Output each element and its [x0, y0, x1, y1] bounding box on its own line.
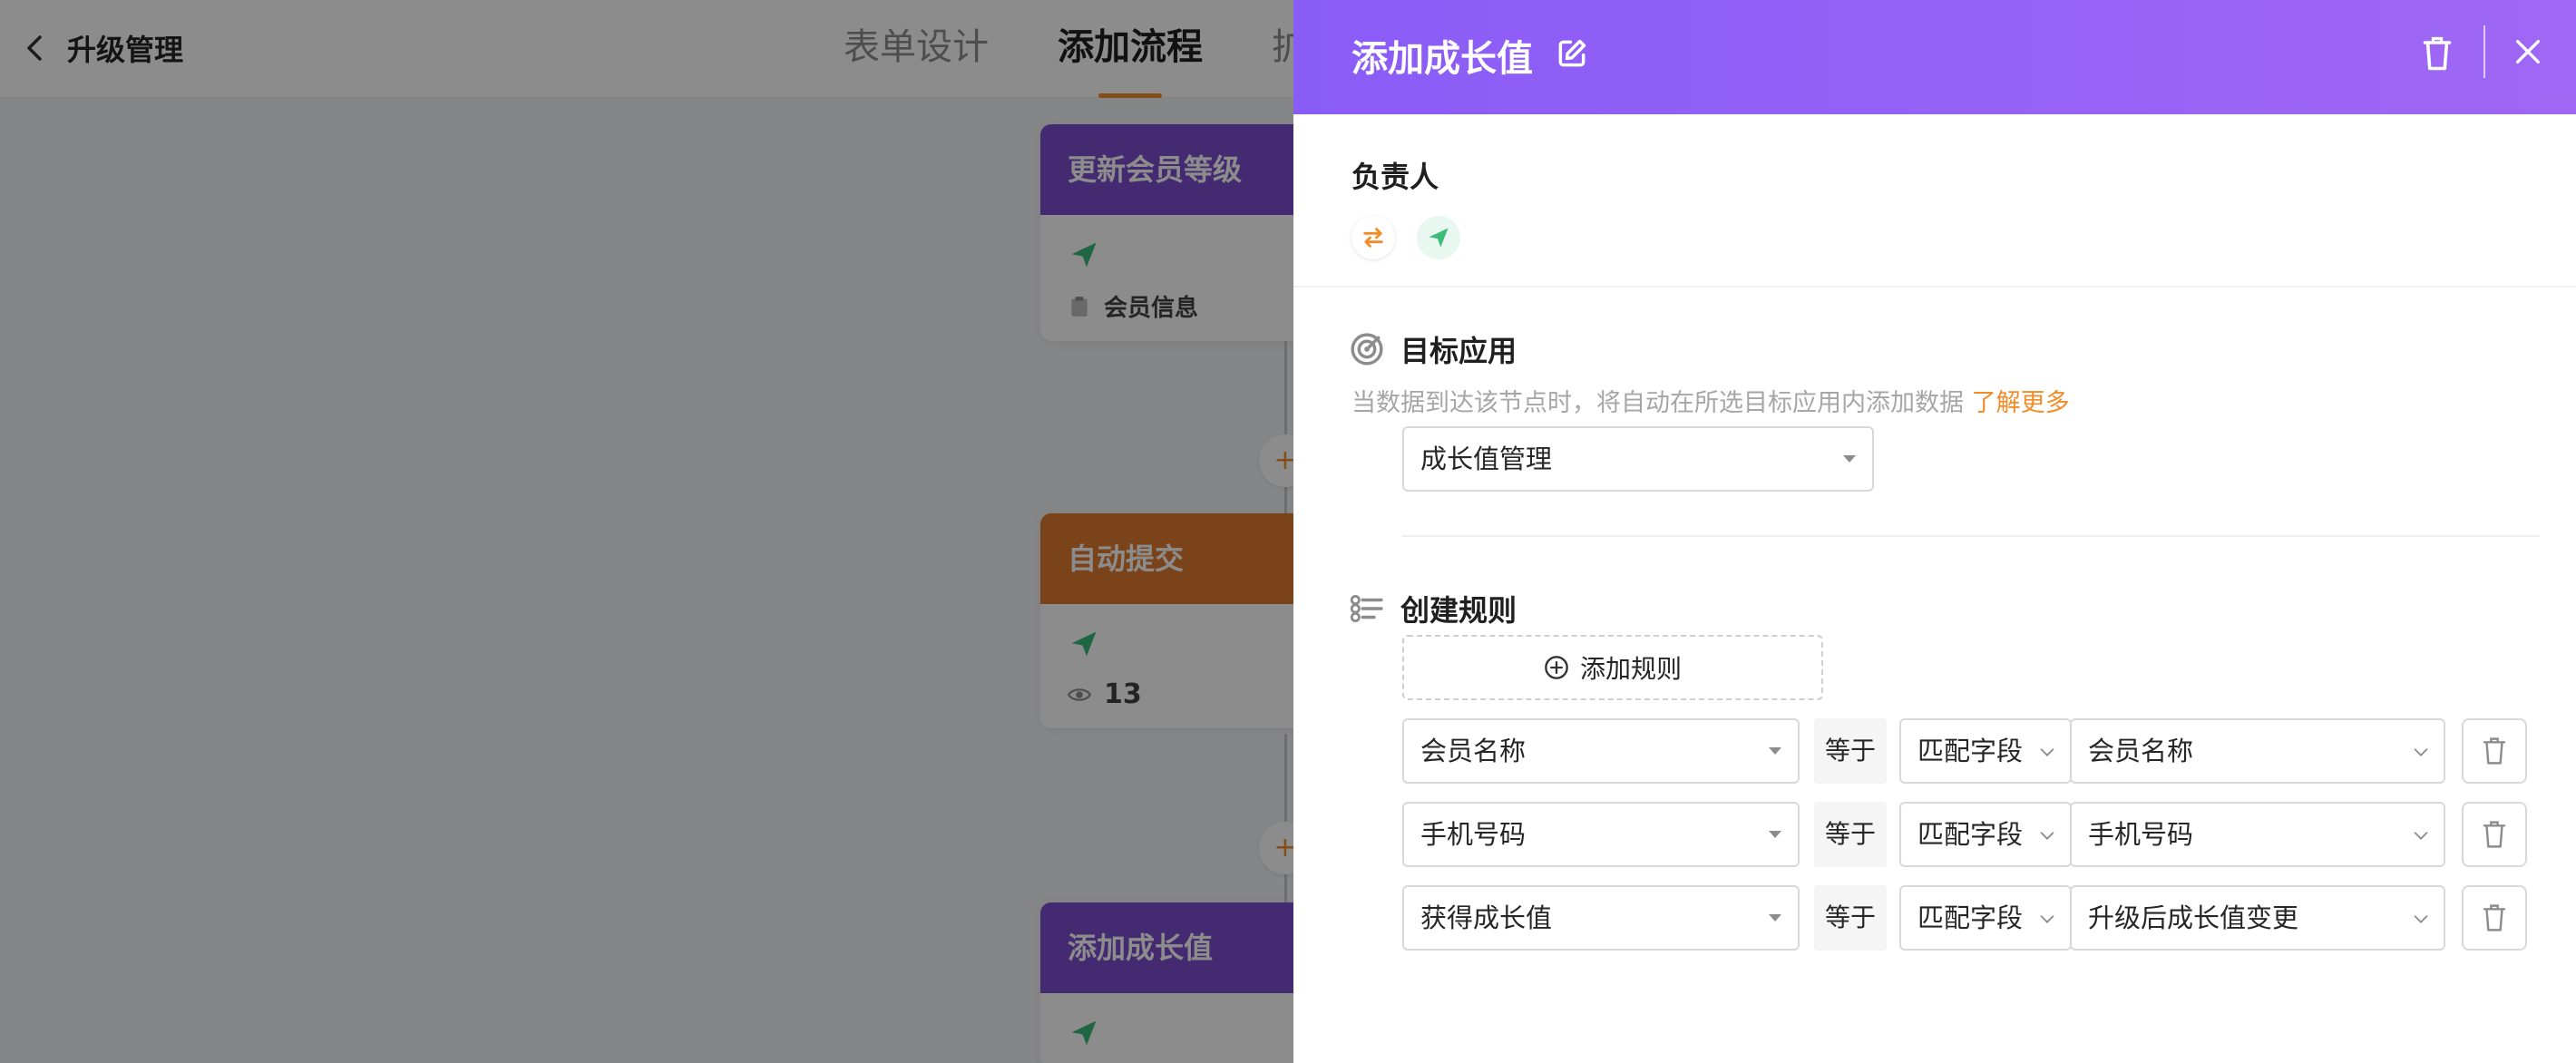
delete-rule-button[interactable]: [2462, 718, 2527, 784]
close-icon[interactable]: [2513, 36, 2543, 67]
section-divider: [1293, 286, 2576, 288]
rule-field-select[interactable]: 会员名称: [1402, 718, 1800, 784]
target-app-title: 目标应用: [1400, 334, 1517, 368]
rule-mode-select[interactable]: 匹配字段: [1899, 802, 2072, 867]
caret-down-icon: [1769, 747, 1781, 755]
swap-icon: [1363, 228, 1383, 248]
delete-rule-button[interactable]: [2462, 885, 2527, 951]
rule-mode-select[interactable]: 匹配字段: [1899, 885, 2072, 951]
caret-down-icon: [1843, 455, 1856, 463]
drawer-header: 添加成长值: [1293, 0, 2576, 114]
target-app-select[interactable]: 成长值管理: [1402, 426, 1874, 492]
rule-field-select[interactable]: 手机号码: [1402, 802, 1800, 867]
owner-section: 负责人: [1351, 154, 1460, 259]
rules-heading: 创建规则: [1350, 588, 1517, 629]
plus-circle-icon: [1545, 656, 1568, 679]
send-icon: [1429, 228, 1449, 248]
section-divider: [1402, 535, 2540, 537]
target-app-heading: 目标应用: [1350, 328, 1517, 370]
target-app-description: 当数据到达该节点时，将自动在所选目标应用内添加数据 了解更多: [1351, 389, 2070, 417]
owner-label: 负责人: [1351, 160, 1439, 194]
delete-rule-button[interactable]: [2462, 802, 2527, 867]
caret-down-icon: [1769, 831, 1781, 838]
chevron-down-icon: [2040, 915, 2054, 923]
trash-icon: [2483, 821, 2506, 848]
rule-field-select[interactable]: 获得成长值: [1402, 885, 1800, 951]
rule-value-select[interactable]: 升级后成长值变更: [2070, 885, 2445, 951]
trash-icon: [2483, 904, 2506, 931]
rule-mode-select[interactable]: 匹配字段: [1899, 718, 2072, 784]
switch-owner-button[interactable]: [1351, 216, 1395, 259]
target-icon: [1351, 333, 1383, 366]
chevron-down-icon: [2414, 915, 2428, 923]
header-divider: [2483, 25, 2485, 78]
trash-icon[interactable]: [2420, 34, 2454, 73]
node-config-drawer: 添加成长值 负责人 目标应用 当数据到达该节点时，将自动在所选目标应用内添加数据…: [1293, 0, 2576, 1063]
add-rule-button[interactable]: 添加规则: [1402, 635, 1823, 700]
learn-more-link[interactable]: 了解更多: [1972, 389, 2070, 417]
rule-operator: 等于: [1814, 885, 1887, 951]
chevron-down-icon: [2040, 748, 2054, 756]
trash-icon: [2483, 737, 2506, 765]
rule-value-select[interactable]: 会员名称: [2070, 718, 2445, 784]
rule-value-select[interactable]: 手机号码: [2070, 802, 2445, 867]
chevron-down-icon: [2040, 832, 2054, 840]
rules-title: 创建规则: [1400, 593, 1517, 628]
drawer-title: 添加成长值: [1351, 38, 1533, 80]
rule-operator: 等于: [1814, 802, 1887, 867]
chevron-down-icon: [2414, 748, 2428, 756]
edit-icon[interactable]: [1555, 36, 1589, 71]
list-icon: [1350, 594, 1383, 623]
rule-operator: 等于: [1814, 718, 1887, 784]
caret-down-icon: [1769, 914, 1781, 922]
chevron-down-icon: [2414, 832, 2428, 840]
send-owner-button[interactable]: [1417, 216, 1460, 259]
